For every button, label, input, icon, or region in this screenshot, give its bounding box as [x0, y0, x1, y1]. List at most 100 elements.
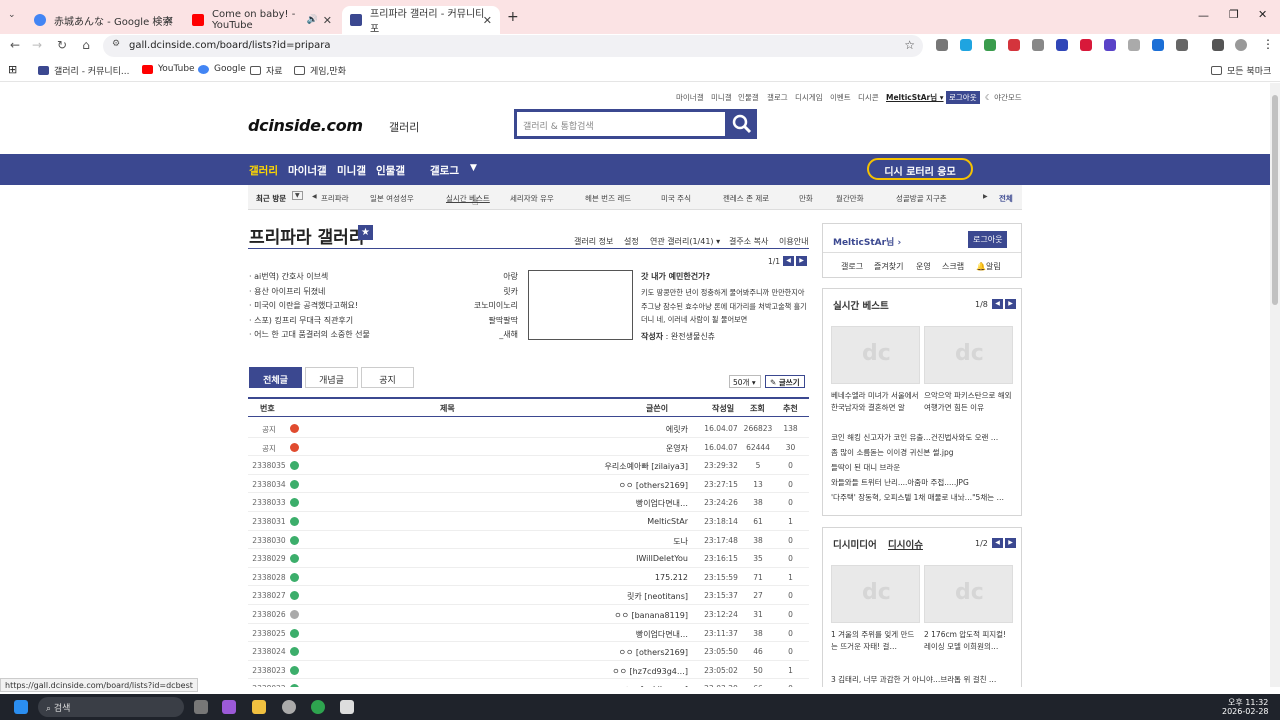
- recent-item[interactable]: 월간만화: [836, 193, 864, 204]
- user-link[interactable]: 갤로그: [841, 261, 863, 272]
- featured-image[interactable]: [528, 270, 633, 340]
- table-row[interactable]: 공지프리파라 갤러리 이용안내 [133/1]운영자16.04.07624443…: [248, 438, 809, 457]
- post-writer[interactable]: ㅇㅇ [others2169]: [593, 480, 688, 491]
- search-button[interactable]: [727, 109, 757, 139]
- table-row[interactable]: 2338023무기빵 인형 이거 짱 귀엽네 [8]ㅇㅇ [hz7cd93g4……: [248, 661, 809, 680]
- extension-icon[interactable]: [1008, 39, 1020, 51]
- headline-item[interactable]: · 미국이 이란을 공격했다고해요!: [249, 300, 358, 311]
- live-best-title[interactable]: 실시간 베스트: [833, 298, 889, 312]
- puzzle-icon[interactable]: [1176, 39, 1188, 51]
- best-list-item[interactable]: 들딱이 된 대니 브라운: [831, 462, 1015, 473]
- post-writer[interactable]: 운영자: [593, 443, 688, 454]
- top-link[interactable]: 갤로그: [767, 92, 788, 103]
- table-row[interactable]: 2338034오네프리 쫄뿐은 더 나와봐야 알듯 ㅇㅇ [others2169…: [248, 475, 809, 494]
- task-view-icon[interactable]: [194, 700, 208, 714]
- forward-icon[interactable]: →: [29, 38, 45, 52]
- thumbnail[interactable]: [831, 565, 920, 623]
- post-writer[interactable]: 빵이업다면내…: [593, 629, 688, 640]
- thumbnail[interactable]: [924, 565, 1013, 623]
- headline-item[interactable]: · 용산 아이프리 뒤졌네: [249, 286, 325, 297]
- table-row[interactable]: 2338022다른동네 10주년 좀나 잘해 보네 [2]ㅁㅇㄹ [sakiha…: [248, 679, 809, 687]
- tab-notice[interactable]: 공지: [361, 367, 414, 388]
- prev-button[interactable]: ◀: [992, 299, 1003, 309]
- all-bookmarks[interactable]: 모든 북마크: [1211, 64, 1271, 77]
- extension-icon[interactable]: [936, 39, 948, 51]
- back-icon[interactable]: ←: [7, 38, 23, 52]
- recent-item[interactable]: 만화: [799, 193, 813, 204]
- headline-writer[interactable]: _새해: [470, 329, 518, 340]
- post-writer[interactable]: ㅇㅇ [banana8119]: [593, 610, 688, 621]
- headline-writer[interactable]: 코노미이노리: [460, 300, 518, 311]
- table-row[interactable]: 2338033일판이브복소리신기해 [3]빵이업다면내…23:24:26380: [248, 493, 809, 512]
- table-row[interactable]: 2338026오네프리 나니하고 프리마지 나나랑 [2]ㅇㅇ [banana8…: [248, 605, 809, 624]
- headline-writer[interactable]: 릿카: [470, 286, 518, 297]
- recent-item[interactable]: 실시간 베스트: [446, 193, 490, 204]
- gallery-menu-item[interactable]: 이용안내: [779, 236, 808, 247]
- next-button[interactable]: ▶: [1005, 538, 1016, 548]
- headline-writer[interactable]: 아랑: [480, 271, 518, 282]
- gallery-menu-item[interactable]: 연관 갤러리(1/41) ▾: [650, 236, 720, 247]
- post-writer[interactable]: ㅁㅇㄹ [sakihanna]: [593, 684, 688, 687]
- table-row[interactable]: 2338030진짜 10마년에 퍼네 [1]도나23:17:48380: [248, 531, 809, 550]
- thumbnail[interactable]: [831, 326, 920, 384]
- nav-minor[interactable]: 마이너갤: [288, 163, 327, 178]
- best-list-item[interactable]: 좀 많이 소름돋는 이이경 귀신본 썰.jpg: [831, 447, 1015, 458]
- prev-button[interactable]: ◀: [992, 538, 1003, 548]
- gallery-menu-item[interactable]: 설정: [624, 236, 639, 247]
- extension-icon[interactable]: [1056, 39, 1068, 51]
- windows-start-icon[interactable]: [14, 700, 28, 714]
- headline-item[interactable]: · ai번역) 간호사 이브섹: [249, 271, 328, 282]
- extension-icon[interactable]: [960, 39, 972, 51]
- nav-gallery[interactable]: 갤러리: [249, 163, 278, 178]
- close-icon[interactable]: ✕: [165, 14, 174, 27]
- bookmark-folder[interactable]: 자료: [250, 64, 283, 77]
- extension-icon[interactable]: [1104, 39, 1116, 51]
- recent-item[interactable]: 일본 여성성우: [370, 193, 414, 204]
- extension-icon[interactable]: [1080, 39, 1092, 51]
- nav-gallog[interactable]: 갤로그: [430, 163, 459, 178]
- username[interactable]: MelticStAr님 ›: [833, 235, 901, 248]
- table-row[interactable]: 2338035아숨아숨향남웃갑랜이라서울잡으로 우리소예아빠 [zilaiya3…: [248, 456, 809, 475]
- thumb-caption[interactable]: 2 176cm 압도적 피지컬! 레이싱 모델 이희원의…: [924, 629, 1013, 655]
- prev-button[interactable]: ◀: [783, 256, 794, 266]
- apps-icon[interactable]: ⊞: [8, 63, 17, 76]
- post-writer[interactable]: 우리소예아빠 [zilaiya3]: [593, 461, 688, 472]
- recent-item[interactable]: 헤븐 번즈 레드: [585, 193, 631, 204]
- chrome-icon[interactable]: [311, 700, 325, 714]
- per-page-select[interactable]: 50개 ▾: [729, 375, 761, 388]
- table-row[interactable]: 2338029각성 치규라는데 이새끼 뭐냐 IWillDeletYou23:1…: [248, 549, 809, 568]
- bookmark-folder[interactable]: 게임,만화: [294, 64, 346, 77]
- minimize-button[interactable]: —: [1198, 9, 1209, 22]
- tab-search-icon[interactable]: ⌄: [8, 10, 16, 20]
- tab-google[interactable]: 赤城あんな - Google 検索 ✕: [26, 6, 182, 34]
- thumb-caption[interactable]: 1 겨울의 주위를 잊게 만드는 뜨거운 자태! 걸…: [831, 629, 920, 655]
- thumb-caption[interactable]: 베네수엘라 미녀가 서울에서 한국남자와 결혼하면 알: [831, 390, 920, 416]
- top-link[interactable]: 마이너갤: [676, 92, 704, 103]
- top-link[interactable]: 미니갤: [711, 92, 732, 103]
- chevron-down-icon[interactable]: ▼: [470, 163, 477, 173]
- gallery-menu-item[interactable]: 갤러리 정보: [574, 236, 613, 247]
- write-button[interactable]: ✎ 글쓰기: [765, 375, 805, 388]
- scrollbar-thumb[interactable]: [1272, 95, 1278, 305]
- tab-all[interactable]: 전체글: [249, 367, 302, 388]
- more-icon[interactable]: ⋮: [1262, 37, 1274, 51]
- next-button[interactable]: ▶: [796, 256, 807, 266]
- clock-date[interactable]: 2026-02-28: [1222, 707, 1269, 716]
- table-row[interactable]: 2338028내가 좋아한 건 아이프리가 아니야 [7]175.21223:1…: [248, 568, 809, 587]
- post-writer[interactable]: 릿카 [neotitans]: [593, 591, 688, 602]
- site-info-icon[interactable]: ⚙: [112, 39, 120, 49]
- download-icon[interactable]: [1152, 39, 1164, 51]
- speaker-icon[interactable]: 🔊: [307, 15, 318, 25]
- nav-mini[interactable]: 미니갤: [337, 163, 366, 178]
- window-close-button[interactable]: ✕: [1258, 8, 1267, 21]
- post-writer[interactable]: 175.212: [593, 573, 688, 582]
- gallery-menu-item[interactable]: 결주소 복사: [729, 236, 768, 247]
- avatar[interactable]: [1235, 39, 1247, 51]
- bookmark-star-icon[interactable]: ☆: [904, 38, 915, 52]
- post-writer[interactable]: 도나: [593, 536, 688, 547]
- best-list-item[interactable]: 와들와들 트위터 난리....아줌마 주접.....JPG: [831, 477, 1015, 488]
- close-icon[interactable]: ✕: [323, 14, 332, 27]
- bookmark-youtube[interactable]: YouTube: [142, 64, 195, 74]
- recent-item[interactable]: 세리자와 유우: [510, 193, 554, 204]
- headline-writer[interactable]: 팔딱팔딱: [470, 315, 518, 326]
